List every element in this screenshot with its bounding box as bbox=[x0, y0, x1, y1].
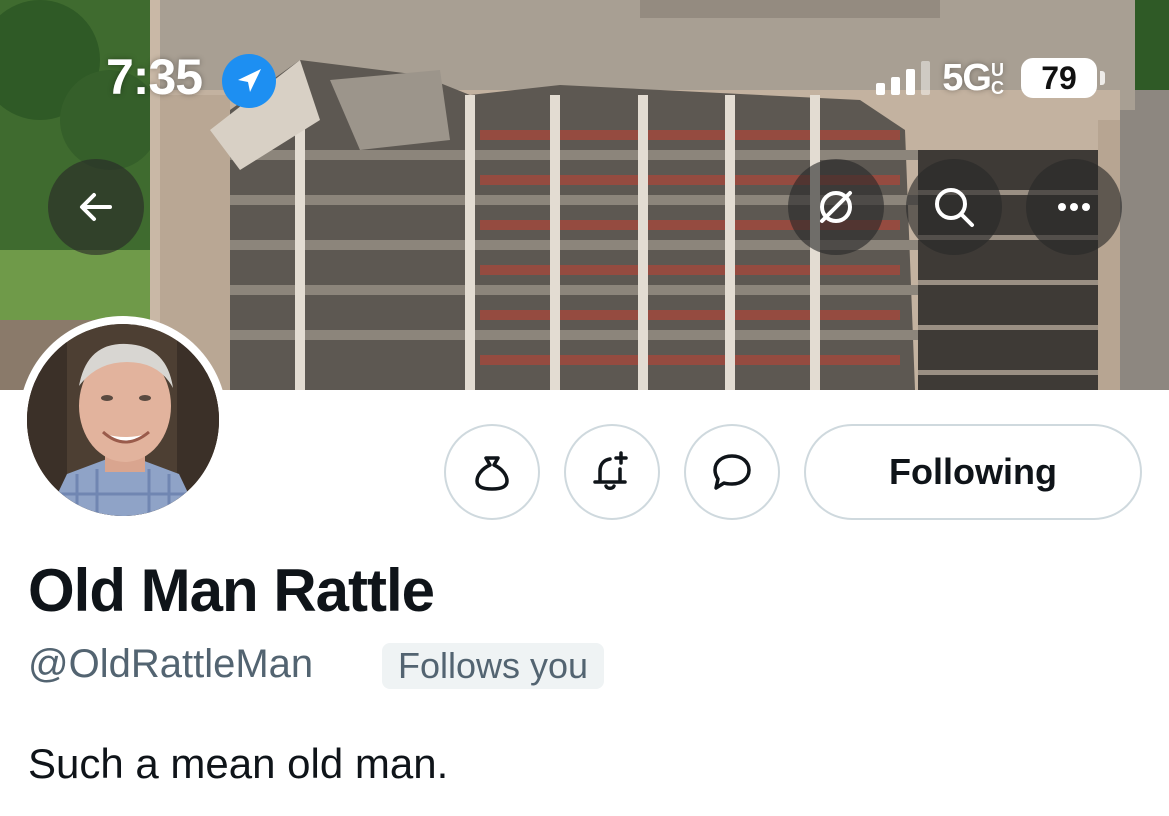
arrow-left-icon bbox=[80, 193, 112, 221]
message-button[interactable] bbox=[684, 424, 780, 520]
back-button[interactable] bbox=[48, 159, 144, 255]
follows-you-badge: Follows you bbox=[382, 643, 605, 689]
notify-button[interactable] bbox=[564, 424, 660, 520]
display-name: Old Man Rattle bbox=[28, 557, 435, 624]
money-bag-icon bbox=[475, 456, 509, 491]
status-indicators: 5GUC 79 bbox=[876, 56, 1105, 100]
translate-button[interactable] bbox=[788, 159, 884, 255]
location-arrow-icon bbox=[222, 54, 276, 108]
search-button[interactable] bbox=[906, 159, 1002, 255]
network-type: 5GUC bbox=[942, 57, 1009, 100]
battery-indicator: 79 bbox=[1021, 58, 1105, 98]
profile-bio: Such a mean old man. bbox=[28, 740, 449, 787]
network-suffix: UC bbox=[991, 60, 1004, 99]
avatar-image bbox=[27, 324, 219, 516]
chat-bubble-icon bbox=[713, 454, 751, 490]
search-icon bbox=[935, 188, 974, 227]
bell-plus-icon bbox=[593, 451, 628, 490]
status-time: 7:35 bbox=[106, 49, 203, 105]
tip-button[interactable] bbox=[444, 424, 540, 520]
network-label: 5G bbox=[942, 56, 992, 99]
following-button[interactable]: Following bbox=[804, 424, 1142, 520]
no-symbol-icon bbox=[820, 191, 852, 223]
cellular-signal-icon bbox=[876, 61, 931, 95]
avatar[interactable] bbox=[19, 316, 227, 524]
more-icon bbox=[1058, 203, 1090, 211]
more-options-button[interactable] bbox=[1026, 159, 1122, 255]
user-handle: @OldRattleMan bbox=[28, 642, 314, 686]
